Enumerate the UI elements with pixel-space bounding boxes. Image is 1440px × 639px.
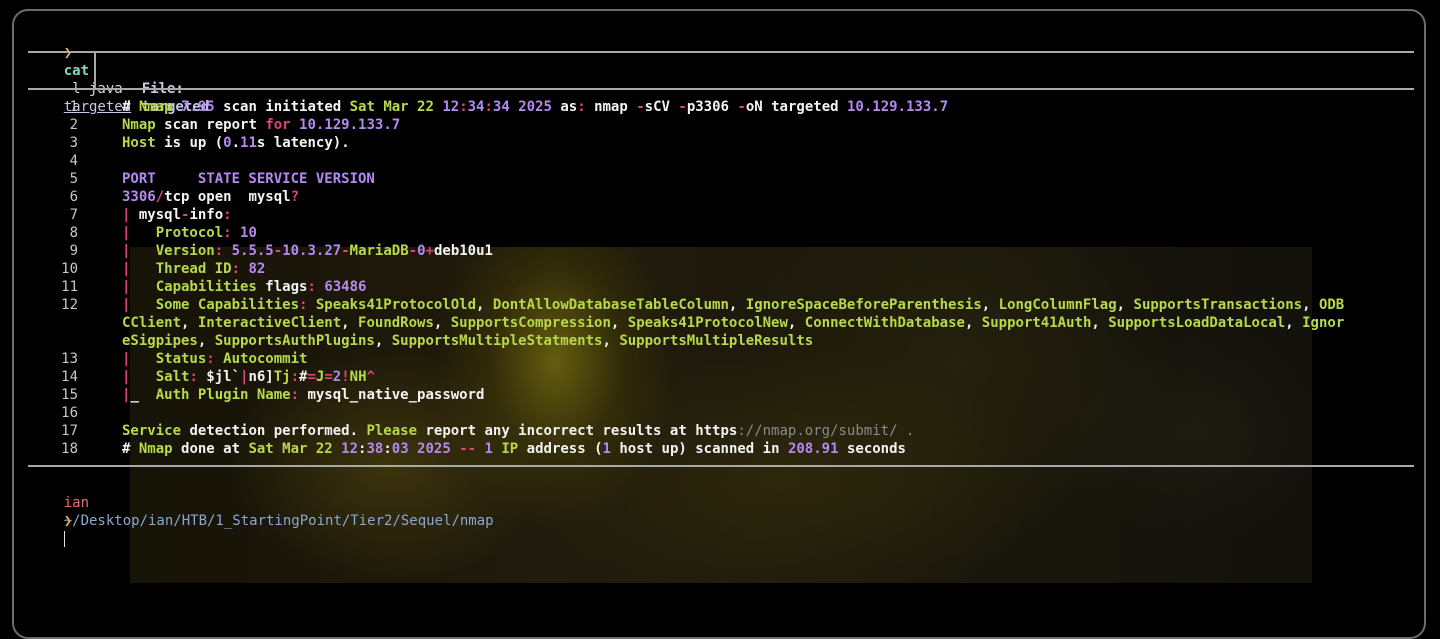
line-number: 9 — [69, 243, 78, 259]
terminal-window[interactable]: ❯ cat -l java targeted File: targeted 1#… — [12, 9, 1426, 639]
shell-prompt: ian ~/Desktop/ian/HTB/1_StartingPoint/Ti… — [30, 476, 494, 548]
line-content: | Salt: $jl`|n6]Tj:#=J=2!NH^ — [122, 369, 375, 385]
line-content: |_ Auth Plugin Name: mysql_native_passwo… — [122, 387, 485, 403]
line-number: 11 — [61, 279, 78, 295]
input-prompt-icon: ❯ — [63, 513, 73, 529]
line-number: 1 — [69, 99, 78, 115]
divider-top — [28, 51, 1414, 53]
line-number: 2 — [69, 117, 78, 133]
prompt-path: ~/Desktop/ian/HTB/1_StartingPoint/Tier2/… — [63, 513, 494, 529]
command-name: cat — [63, 63, 90, 79]
line-content: Service detection performed. Please repo… — [122, 423, 915, 439]
line-content: | Status: Autocommit — [122, 351, 308, 367]
line-number: 17 — [61, 423, 78, 439]
code-view[interactable]: 1 # Nmap 7.95 scan initiated Sat Mar 22 1… — [28, 98, 1418, 468]
line-number: 7 — [69, 207, 78, 223]
gutter-divider — [94, 53, 96, 89]
line-number: 3 — [69, 135, 78, 151]
line-number: 18 — [61, 441, 78, 457]
line-content: 3306/tcp open mysql? — [122, 189, 300, 205]
line-number: 15 — [61, 387, 78, 403]
line-content: PORT STATE SERVICE VERSION — [122, 171, 375, 187]
line-number: 16 — [61, 405, 78, 421]
divider-header — [28, 88, 1414, 90]
line-content: | Capabilities flags: 63486 — [122, 279, 367, 295]
input-line[interactable]: ❯ — [30, 494, 72, 566]
line-number: 13 — [61, 351, 78, 367]
divider-bottom — [28, 465, 1414, 467]
line-content: | Thread ID: 82 — [122, 261, 266, 277]
line-number: 5 — [69, 171, 78, 187]
line-number: 4 — [69, 153, 78, 169]
line-number: 12 — [61, 297, 78, 313]
line-content: eSigpipes, SupportsAuthPlugins, Supports… — [122, 333, 814, 349]
line-content: Nmap scan report for 10.129.133.7 — [122, 117, 401, 133]
line-content: | mysql-info: — [122, 207, 232, 223]
line-number: 8 — [69, 225, 78, 241]
prompt-arrow-icon: ❯ — [63, 45, 73, 61]
line-number: 14 — [61, 369, 78, 385]
line-content: Host is up (0.11s latency). — [122, 135, 350, 151]
line-content: CClient, InteractiveClient, FoundRows, S… — [122, 315, 1345, 331]
line-content: | Protocol: 10 — [122, 225, 257, 241]
line-content: | Version: 5.5.5-10.3.27-MariaDB-0+deb10… — [122, 243, 493, 259]
line-content: # Nmap done at Sat Mar 22 12:38:03 2025 … — [122, 441, 906, 457]
line-content: | Some Capabilities: Speaks41ProtocolOld… — [122, 297, 1345, 313]
line-content: # Nmap 7.95 scan initiated Sat Mar 22 12… — [122, 99, 949, 115]
text-cursor — [63, 531, 65, 547]
line-number: 10 — [61, 261, 78, 277]
line-number: 6 — [69, 189, 78, 205]
